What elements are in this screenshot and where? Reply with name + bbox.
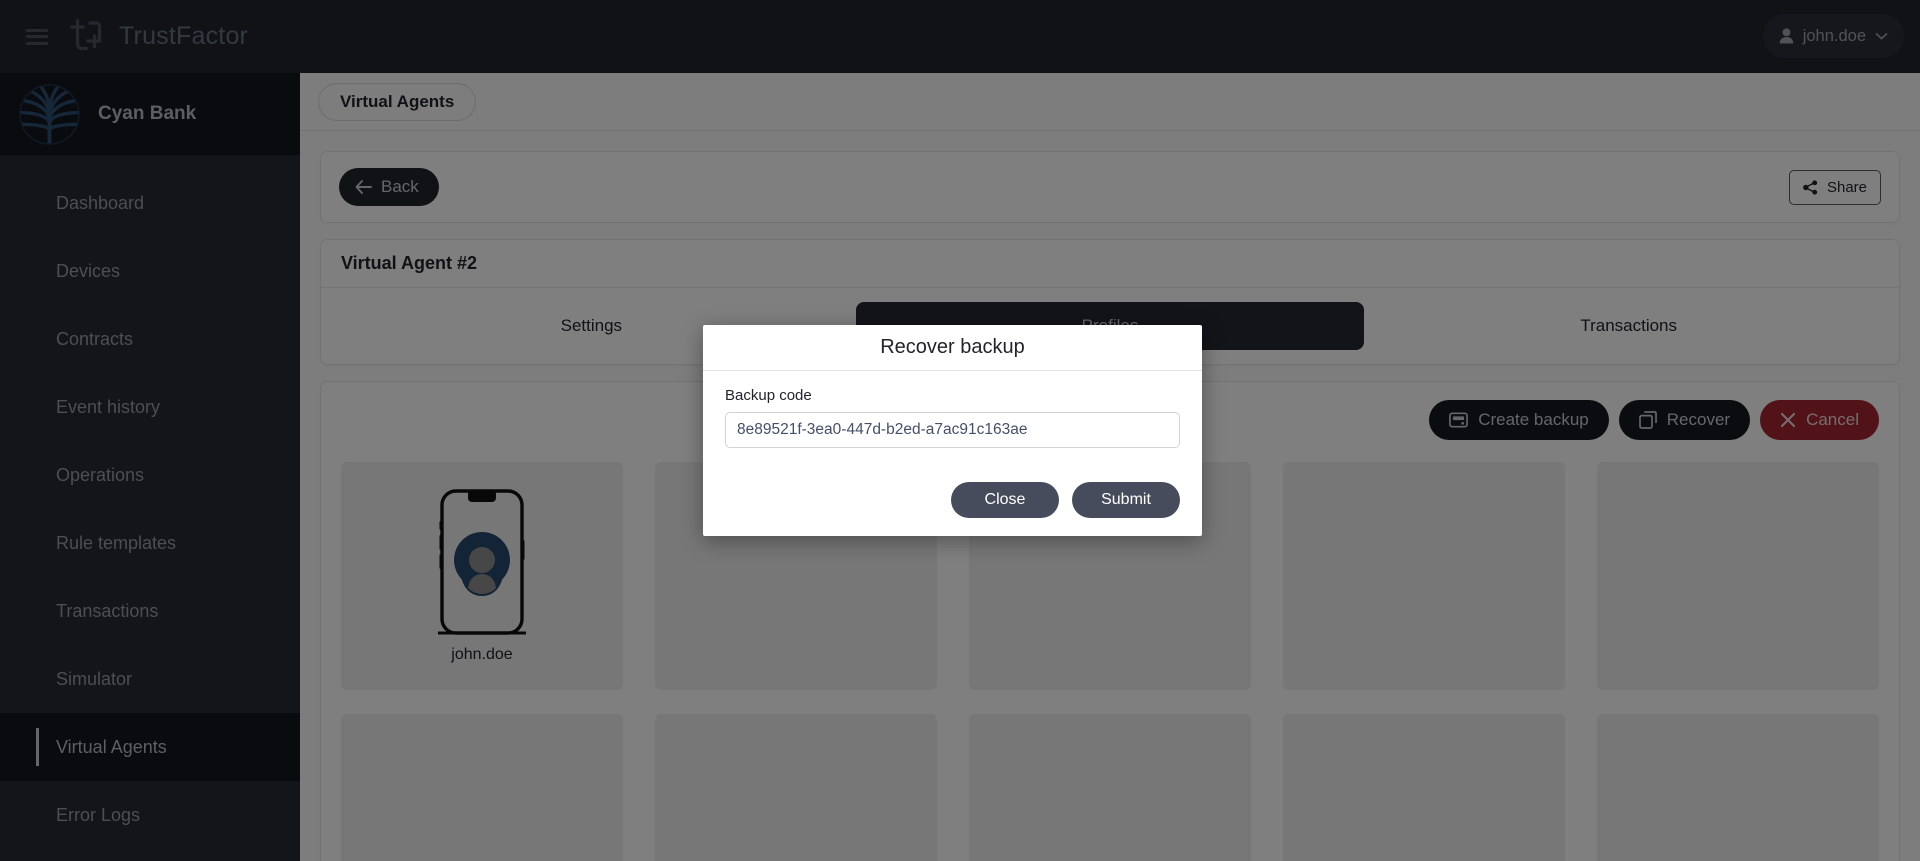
dialog-title: Recover backup: [703, 325, 1202, 371]
backup-code-input[interactable]: [725, 412, 1180, 448]
dialog-body: Backup code: [703, 371, 1202, 482]
submit-button[interactable]: Submit: [1072, 482, 1180, 518]
app-root: TrustFactor john.doe: [0, 0, 1920, 861]
recover-backup-dialog: Recover backup Backup code Close Submit: [703, 325, 1202, 536]
close-button[interactable]: Close: [951, 482, 1059, 518]
dialog-footer: Close Submit: [703, 482, 1202, 536]
backup-code-label: Backup code: [725, 387, 812, 404]
